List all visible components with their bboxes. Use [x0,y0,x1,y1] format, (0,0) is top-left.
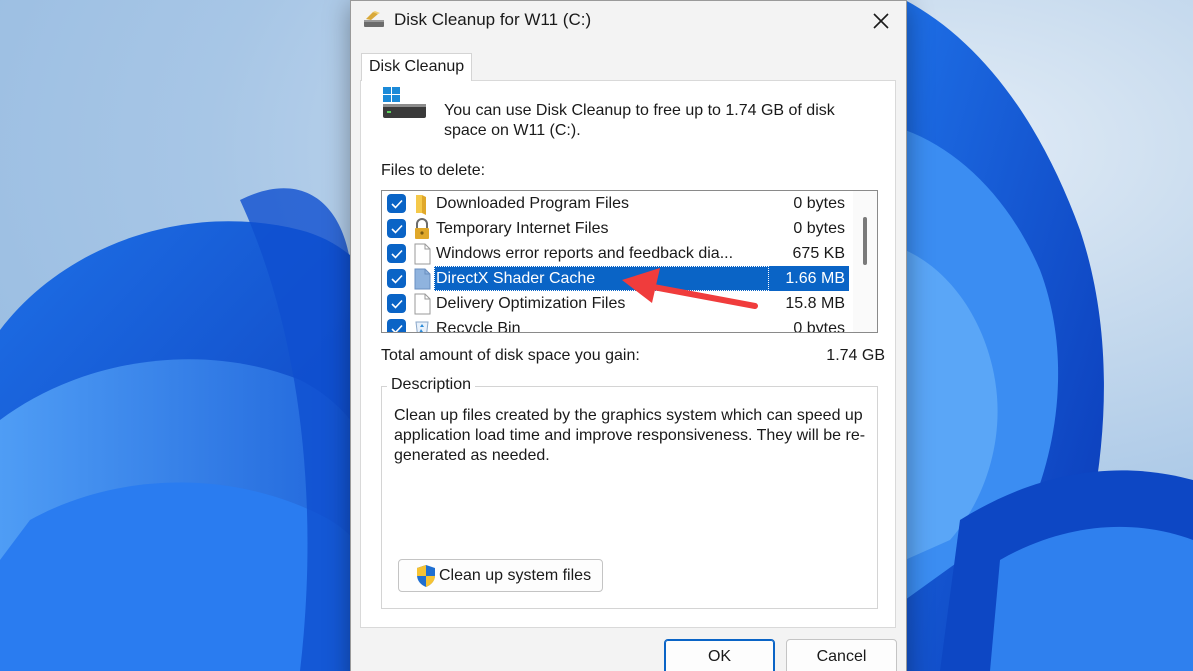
tab-disk-cleanup[interactable]: Disk Cleanup [361,53,473,81]
drive-icon [383,87,426,118]
list-item-selected[interactable]: DirectX Shader Cache 1.66 MB [382,266,852,291]
checkmark-icon [390,299,403,309]
description-text: Clean up files created by the graphics s… [394,407,866,464]
ok-button[interactable]: OK [664,639,775,671]
list-item[interactable]: Downloaded Program Files 0 bytes [382,191,852,216]
list-scrollbar[interactable] [853,191,877,332]
recycle-bin-icon [415,321,429,332]
files-to-delete-label: Files to delete: [381,162,486,179]
tab-panel: You can use Disk Cleanup to free up to 1… [360,80,896,628]
item-name: Recycle Bin [436,320,521,333]
file-icon [414,243,431,264]
checkmark-icon [390,199,403,209]
total-space-label: Total amount of disk space you gain: [381,347,640,364]
clean-up-system-files-label: Clean up system files [439,566,592,584]
lock-icon [415,217,429,239]
item-name: Downloaded Program Files [436,195,629,212]
item-size: 15.8 MB [785,295,845,312]
item-name: Windows error reports and feedback dia..… [436,245,734,262]
folder-icon [416,194,426,215]
cancel-button[interactable]: Cancel [786,639,897,671]
window-title: Disk Cleanup for W11 (C:) [394,10,592,29]
item-size: 0 bytes [793,195,845,212]
item-size: 675 KB [792,245,845,262]
scrollbar-thumb[interactable] [863,217,867,265]
list-item[interactable]: Recycle Bin 0 bytes [382,316,852,333]
description-group: Description Clean up files created by th… [381,376,878,609]
disk-cleanup-dialog: Disk Cleanup for W11 (C:) Disk Cleanup Y… [350,0,907,671]
checkbox[interactable] [387,269,406,288]
uac-shield-icon [417,564,435,587]
checkmark-icon [390,224,403,234]
item-name: Temporary Internet Files [436,220,609,237]
checkmark-icon [390,324,403,332]
file-icon [414,268,431,289]
item-size: 0 bytes [793,320,845,333]
total-space-value: 1.74 GB [826,347,885,364]
files-to-delete-list[interactable]: Downloaded Program Files 0 bytes Tempora… [381,190,878,333]
item-size: 1.66 MB [769,266,849,291]
item-size: 0 bytes [793,220,845,237]
checkbox[interactable] [387,294,406,313]
item-name: DirectX Shader Cache [434,266,769,291]
title-bar[interactable]: Disk Cleanup for W11 (C:) [351,1,906,41]
clean-up-system-files-button[interactable]: Clean up system files [398,559,603,592]
close-icon [873,13,889,29]
close-button[interactable] [856,1,906,41]
list-item[interactable]: Windows error reports and feedback dia..… [382,241,852,266]
checkbox[interactable] [387,319,406,332]
list-item[interactable]: Delivery Optimization Files 15.8 MB [382,291,852,316]
item-name: Delivery Optimization Files [436,295,626,312]
checkbox[interactable] [387,194,406,213]
file-icon [414,293,431,314]
list-item[interactable]: Temporary Internet Files 0 bytes [382,216,852,241]
checkmark-icon [390,249,403,259]
checkmark-icon [390,274,403,284]
intro-text: You can use Disk Cleanup to free up to 1… [444,102,835,139]
disk-cleanup-app-icon [364,11,384,27]
checkbox[interactable] [387,244,406,263]
description-legend: Description [387,376,476,394]
checkbox[interactable] [387,219,406,238]
